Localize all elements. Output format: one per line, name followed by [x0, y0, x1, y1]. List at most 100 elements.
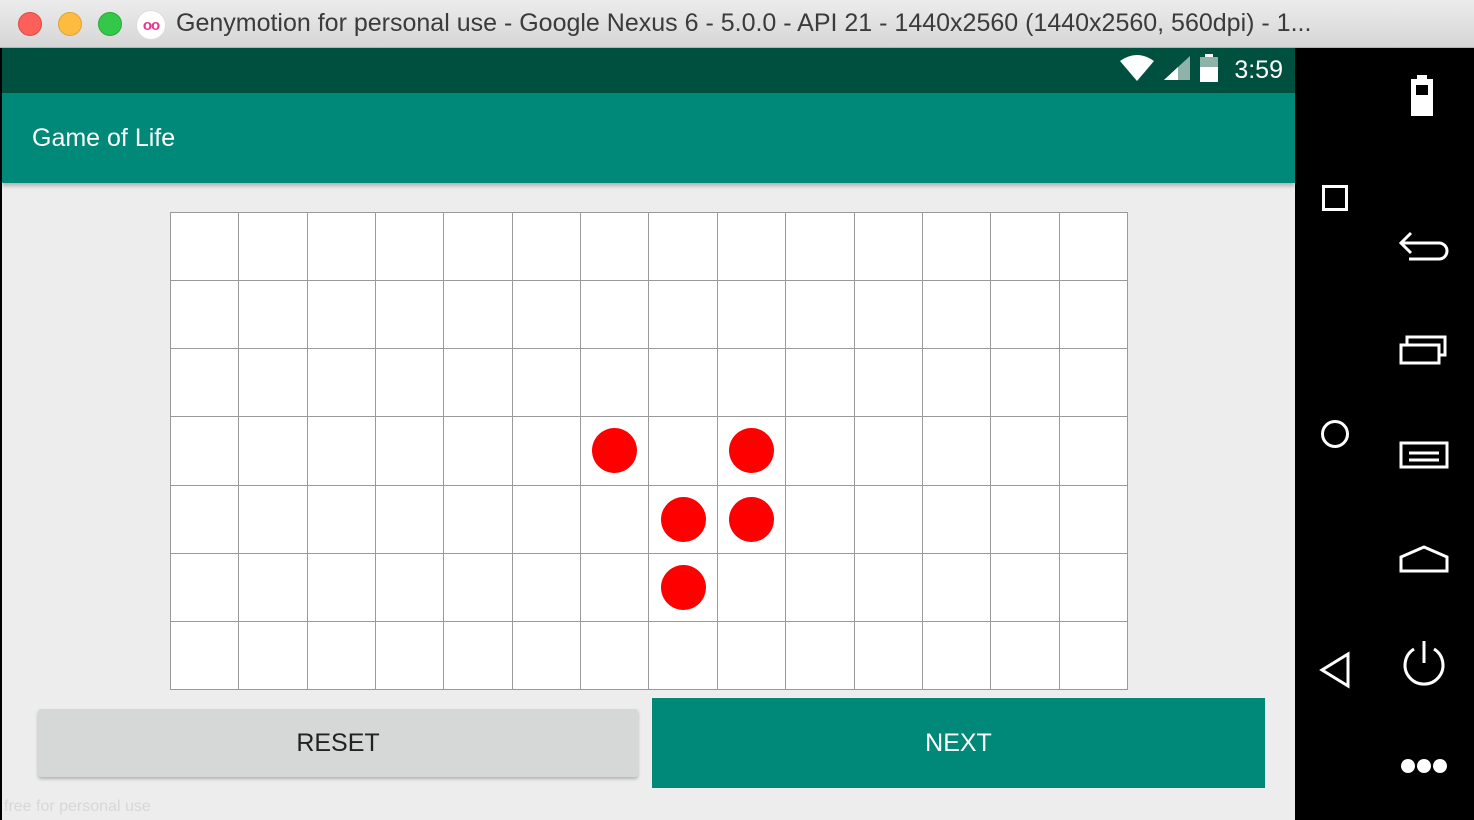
board-cell[interactable] — [171, 485, 240, 554]
board-cell[interactable] — [991, 281, 1060, 350]
board-cell[interactable] — [171, 349, 240, 418]
board-cell[interactable] — [307, 213, 377, 282]
board-cell[interactable] — [512, 485, 582, 554]
board-cell[interactable] — [444, 553, 513, 622]
board-cell[interactable] — [649, 417, 718, 486]
maximize-window-button[interactable] — [98, 12, 122, 36]
board-cell[interactable] — [922, 485, 992, 554]
board-cell[interactable] — [581, 485, 650, 554]
board-cell[interactable] — [786, 553, 855, 622]
board-cell[interactable] — [444, 213, 513, 282]
board-cell[interactable] — [649, 213, 718, 282]
board-cell[interactable] — [376, 349, 445, 418]
board-cell[interactable] — [854, 349, 923, 418]
board-cell[interactable] — [307, 553, 377, 622]
board-cell[interactable] — [444, 621, 513, 690]
board-cell[interactable] — [649, 553, 718, 622]
menu-icon[interactable] — [1395, 432, 1453, 476]
board-cell[interactable] — [239, 553, 308, 622]
board-cell[interactable] — [512, 281, 582, 350]
board-cell[interactable] — [1059, 213, 1128, 282]
board-cell[interactable] — [786, 349, 855, 418]
more-icon[interactable] — [1395, 748, 1453, 784]
board-cell[interactable] — [649, 485, 718, 554]
board-cell[interactable] — [991, 485, 1060, 554]
board-cell[interactable] — [922, 213, 992, 282]
board-cell[interactable] — [581, 281, 650, 350]
board-cell[interactable] — [171, 553, 240, 622]
board-cell[interactable] — [717, 213, 787, 282]
board-cell[interactable] — [854, 417, 923, 486]
board-cell[interactable] — [717, 417, 787, 486]
reset-button[interactable]: RESET — [38, 709, 638, 777]
board-cell[interactable] — [307, 417, 377, 486]
board-cell[interactable] — [307, 281, 377, 350]
board-cell[interactable] — [854, 621, 923, 690]
board-cell[interactable] — [444, 349, 513, 418]
board-cell[interactable] — [512, 349, 582, 418]
board-cell[interactable] — [854, 213, 923, 282]
board-cell[interactable] — [991, 417, 1060, 486]
board-cell[interactable] — [991, 213, 1060, 282]
board-cell[interactable] — [376, 417, 445, 486]
board-cell[interactable] — [444, 417, 513, 486]
board-cell[interactable] — [717, 349, 787, 418]
minimize-window-button[interactable] — [58, 12, 82, 36]
board-cell[interactable] — [1059, 485, 1128, 554]
board-cell[interactable] — [1059, 553, 1128, 622]
board-cell[interactable] — [717, 281, 787, 350]
board-cell[interactable] — [786, 281, 855, 350]
board-cell[interactable] — [922, 417, 992, 486]
board-cell[interactable] — [171, 621, 240, 690]
board-cell[interactable] — [239, 349, 308, 418]
board-cell[interactable] — [376, 621, 445, 690]
board-cell[interactable] — [786, 621, 855, 690]
board-cell[interactable] — [171, 213, 240, 282]
board-cell[interactable] — [649, 621, 718, 690]
board-cell[interactable] — [581, 349, 650, 418]
board-cell[interactable] — [512, 553, 582, 622]
back-arrow-icon[interactable] — [1395, 224, 1453, 268]
board-cell[interactable] — [444, 485, 513, 554]
board-cell[interactable] — [512, 213, 582, 282]
board-cell[interactable] — [717, 621, 787, 690]
triangle-back-icon[interactable] — [1311, 646, 1359, 694]
board-cell[interactable] — [1059, 621, 1128, 690]
board-cell[interactable] — [239, 485, 308, 554]
board-cell[interactable] — [786, 213, 855, 282]
board-cell[interactable] — [922, 349, 992, 418]
board-cell[interactable] — [854, 553, 923, 622]
board-cell[interactable] — [581, 553, 650, 622]
board-cell[interactable] — [854, 485, 923, 554]
board-cell[interactable] — [444, 281, 513, 350]
board-cell[interactable] — [512, 621, 582, 690]
board-cell[interactable] — [171, 417, 240, 486]
board-cell[interactable] — [376, 553, 445, 622]
board-cell[interactable] — [376, 485, 445, 554]
board-cell[interactable] — [376, 213, 445, 282]
board-cell[interactable] — [786, 417, 855, 486]
board-cell[interactable] — [1059, 281, 1128, 350]
board-cell[interactable] — [991, 349, 1060, 418]
home-icon[interactable] — [1395, 538, 1453, 582]
recent-apps-icon[interactable] — [1395, 328, 1453, 372]
board-cell[interactable] — [581, 213, 650, 282]
board-cell[interactable] — [922, 621, 992, 690]
board-cell[interactable] — [239, 281, 308, 350]
board-cell[interactable] — [991, 553, 1060, 622]
recent-square-icon[interactable] — [1313, 176, 1357, 220]
board-cell[interactable] — [581, 621, 650, 690]
board-cell[interactable] — [512, 417, 582, 486]
board-cell[interactable] — [307, 485, 377, 554]
next-button[interactable]: NEXT — [652, 698, 1265, 788]
close-window-button[interactable] — [18, 12, 42, 36]
board-cell[interactable] — [649, 281, 718, 350]
board-cell[interactable] — [376, 281, 445, 350]
board-cell[interactable] — [1059, 349, 1128, 418]
board-cell[interactable] — [171, 281, 240, 350]
board-cell[interactable] — [991, 621, 1060, 690]
board-cell[interactable] — [649, 349, 718, 418]
board-cell[interactable] — [786, 485, 855, 554]
board-cell[interactable] — [717, 553, 787, 622]
board-cell[interactable] — [581, 417, 650, 486]
